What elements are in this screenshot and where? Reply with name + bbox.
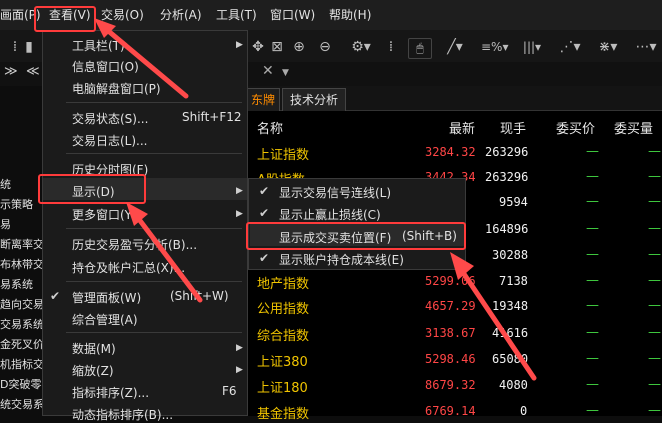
annotation-arrows bbox=[94, 18, 537, 381]
arrow-to-trade-positions bbox=[450, 252, 537, 381]
arrow-to-view-menu bbox=[94, 18, 189, 99]
arrow-to-display bbox=[126, 202, 203, 303]
